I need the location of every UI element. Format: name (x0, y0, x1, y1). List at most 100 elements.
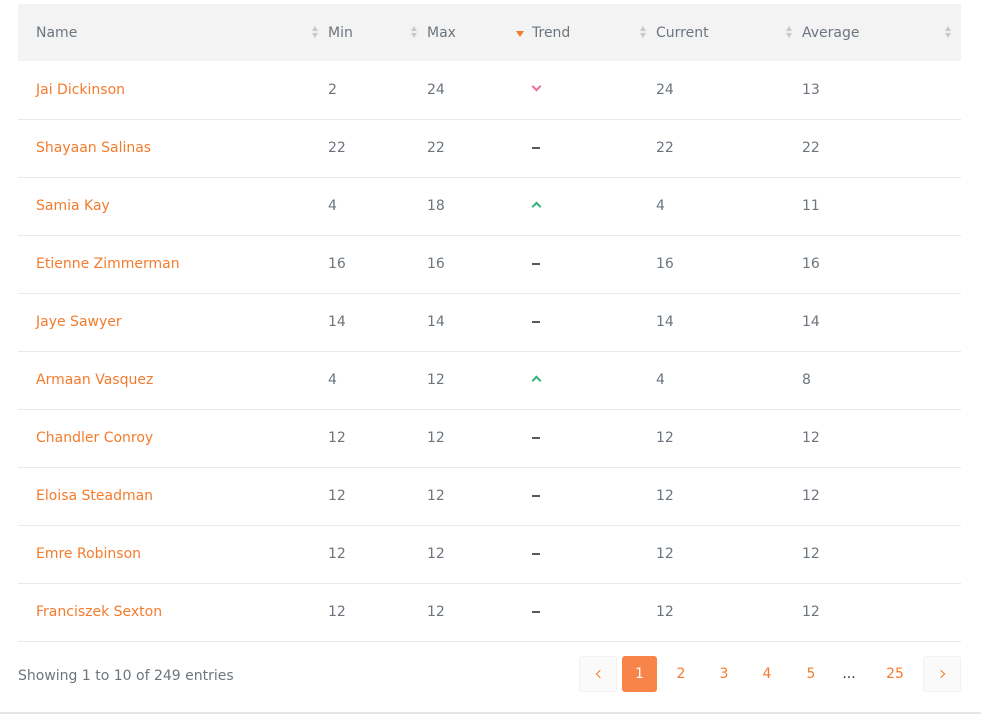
name-link[interactable]: Armaan Vasquez (36, 372, 153, 388)
name-link[interactable]: Chandler Conroy (36, 430, 153, 446)
cell-trend (532, 61, 656, 119)
table-row: Jaye Sawyer 14 14 14 14 (18, 293, 961, 351)
cell-trend (532, 467, 656, 525)
cell-average: 13 (802, 81, 820, 98)
table-row: Jai Dickinson 2 24 24 13 (18, 61, 961, 119)
cell-average: 12 (802, 546, 820, 562)
cell-name: Eloisa Steadman (18, 467, 328, 525)
cell-name: Samia Kay (18, 177, 328, 235)
sort-icon (945, 25, 953, 40)
cell-max: 12 (427, 546, 445, 562)
cell-min: 12 (328, 488, 346, 504)
cell-min: 14 (328, 314, 346, 330)
chevron-down-icon (532, 84, 542, 94)
dash-icon (532, 258, 542, 268)
cell-name: Jai Dickinson (18, 61, 328, 119)
column-header-trend[interactable]: Trend (532, 4, 656, 61)
pagination-ellipsis: ... (842, 666, 856, 682)
cell-min: 12 (328, 604, 346, 620)
cell-max: 12 (427, 372, 445, 388)
cell-name: Franciszek Sexton (18, 583, 328, 641)
cell-max: 18 (427, 198, 445, 214)
dash-icon (532, 316, 542, 326)
column-header-average[interactable]: Average (802, 4, 961, 61)
name-link[interactable]: Shayaan Salinas (36, 140, 151, 156)
cell-trend (532, 235, 656, 293)
column-header-name[interactable]: Name (18, 4, 328, 61)
table-row: Chandler Conroy 12 12 12 12 (18, 409, 961, 467)
cell-max: 12 (427, 430, 445, 446)
table-info-text: Showing 1 to 10 of 249 entries (18, 668, 234, 684)
chevron-up-icon (532, 200, 542, 210)
cell-name: Armaan Vasquez (18, 351, 328, 409)
table-header-row: Name Min Max Trend Current Average (18, 4, 961, 61)
sort-icon (411, 25, 419, 40)
cell-min: 4 (328, 198, 337, 214)
name-link[interactable]: Jaye Sawyer (36, 314, 122, 330)
name-link[interactable]: Emre Robinson (36, 546, 141, 562)
pagination-page-5[interactable]: 5 (797, 656, 825, 692)
cell-max: 14 (427, 314, 445, 330)
chevron-left-icon (595, 669, 604, 679)
table-row: Eloisa Steadman 12 12 12 12 (18, 467, 961, 525)
cell-current: 14 (656, 314, 674, 330)
data-table-container: Name Min Max Trend Current Average Jai Dickin… (18, 4, 961, 642)
cell-current: 4 (656, 198, 665, 214)
name-link[interactable]: Franciszek Sexton (36, 604, 162, 620)
cell-max: 22 (427, 140, 445, 156)
table-row: Armaan Vasquez 4 12 4 8 (18, 351, 961, 409)
cell-min: 12 (328, 546, 346, 562)
pagination-prev-button[interactable] (579, 656, 617, 692)
dash-icon (532, 548, 542, 558)
cell-min: 16 (328, 256, 346, 272)
chevron-right-icon (936, 669, 945, 679)
cell-trend (532, 119, 656, 177)
cell-average: 14 (802, 314, 820, 330)
cell-current: 22 (656, 140, 674, 156)
table-row: Samia Kay 4 18 4 11 (18, 177, 961, 235)
table-body: Jai Dickinson 2 24 24 13 Shayaan Salinas 22 22 2… (18, 61, 961, 641)
cell-current: 12 (656, 604, 674, 620)
name-link[interactable]: Samia Kay (36, 198, 110, 214)
cell-current: 4 (656, 372, 665, 388)
cell-min: 12 (328, 430, 346, 446)
pagination-page-4[interactable]: 4 (753, 656, 781, 692)
cell-current: 12 (656, 488, 674, 504)
cell-trend (532, 293, 656, 351)
column-header-current[interactable]: Current (656, 4, 802, 61)
pagination-page-last[interactable]: 25 (879, 656, 911, 692)
column-header-min[interactable]: Min (328, 4, 427, 61)
cell-trend (532, 351, 656, 409)
name-link[interactable]: Jai Dickinson (36, 82, 125, 98)
cell-name: Emre Robinson (18, 525, 328, 583)
table-row: Emre Robinson 12 12 12 12 (18, 525, 961, 583)
cell-max: 24 (427, 81, 445, 98)
cell-average: 12 (802, 430, 820, 446)
cell-max: 12 (427, 488, 445, 504)
column-header-label: Trend (532, 24, 571, 41)
cell-current: 24 (656, 81, 674, 98)
cell-min: 22 (328, 140, 346, 156)
dash-icon (532, 142, 542, 152)
column-header-label: Max (427, 24, 456, 41)
name-link[interactable]: Etienne Zimmerman (36, 256, 180, 272)
cell-name: Shayaan Salinas (18, 119, 328, 177)
dash-icon (532, 490, 542, 500)
pagination-page-2[interactable]: 2 (667, 656, 695, 692)
cell-name: Etienne Zimmerman (18, 235, 328, 293)
pagination-page-1[interactable]: 1 (622, 656, 657, 692)
sort-icon (786, 25, 794, 40)
table-row: Etienne Zimmerman 16 16 16 16 (18, 235, 961, 293)
cell-current: 16 (656, 256, 674, 272)
cell-min: 2 (328, 81, 337, 98)
sort-icon (312, 25, 320, 40)
cell-trend (532, 409, 656, 467)
cell-max: 12 (427, 604, 445, 620)
column-header-max[interactable]: Max (427, 4, 532, 61)
pagination-page-3[interactable]: 3 (710, 656, 738, 692)
cell-current: 12 (656, 430, 674, 446)
table-row: Shayaan Salinas 22 22 22 22 (18, 119, 961, 177)
pagination-next-button[interactable] (923, 656, 961, 692)
cell-name: Jaye Sawyer (18, 293, 328, 351)
name-link[interactable]: Eloisa Steadman (36, 488, 153, 504)
